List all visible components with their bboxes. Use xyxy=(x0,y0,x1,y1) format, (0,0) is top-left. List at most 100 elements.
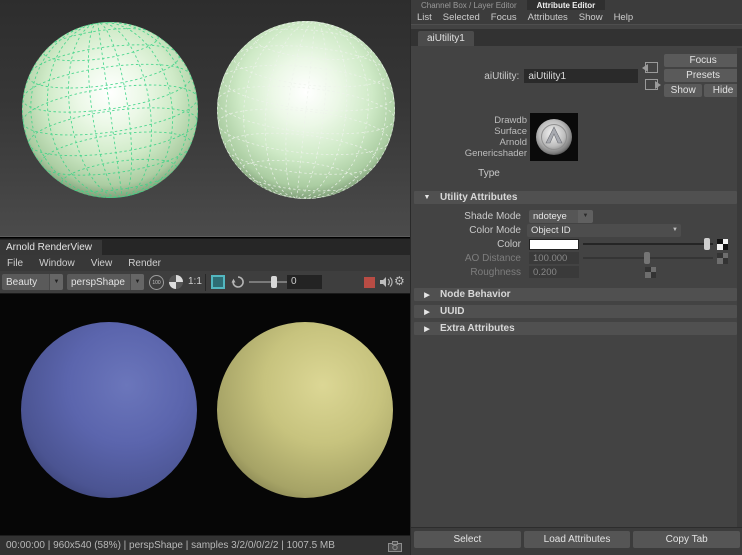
ao-distance-row: AO Distance 100.000 xyxy=(411,251,742,265)
section-label: Node Behavior xyxy=(440,289,511,300)
chevron-right-icon: ▶ xyxy=(424,325,430,333)
node-tab-aiutility1[interactable]: aiUtility1 xyxy=(418,31,474,46)
type-caption: Type xyxy=(478,168,500,179)
speaker-icon[interactable] xyxy=(379,275,393,294)
type-line: Drawdb xyxy=(494,115,527,126)
utility-attribute-rows: Shade Mode ndoteye ▼ Color Mode Object I… xyxy=(411,209,742,279)
arnold-renderview-panel: Arnold RenderView File Window View Rende… xyxy=(0,238,410,555)
shade-mode-select[interactable]: ndoteye xyxy=(529,209,578,223)
render-image[interactable] xyxy=(0,294,410,535)
focus-button[interactable]: Focus xyxy=(664,54,742,67)
zoom-ratio-label[interactable]: 1:1 xyxy=(188,276,202,287)
color-mode-label: Color Mode xyxy=(469,224,521,236)
aov-dropdown[interactable]: Beauty ▼ xyxy=(2,274,63,290)
tab-channel-box[interactable]: Channel Box / Layer Editor xyxy=(411,0,527,10)
menu-window[interactable]: Window xyxy=(39,258,75,269)
menu-file[interactable]: File xyxy=(7,258,23,269)
slider-handle[interactable] xyxy=(704,238,710,250)
section-utility-attributes[interactable]: ▼ Utility Attributes xyxy=(414,191,737,204)
right-sphere[interactable] xyxy=(208,12,404,208)
color-mode-value: Object ID xyxy=(531,224,571,236)
node-name-input[interactable] xyxy=(524,69,639,83)
texture-map-icon[interactable] xyxy=(717,252,728,264)
color-mode-row: Color Mode Object ID ▼ xyxy=(411,223,742,237)
zoom-100-icon[interactable]: 100 xyxy=(149,275,164,290)
section-label: Extra Attributes xyxy=(440,323,515,334)
chevron-down-icon: ▼ xyxy=(49,274,63,290)
menu-render[interactable]: Render xyxy=(128,258,161,269)
menu-selected[interactable]: Selected xyxy=(443,12,480,23)
texture-map-icon[interactable] xyxy=(645,266,656,278)
presets-button[interactable]: Presets xyxy=(664,69,742,82)
section-uuid[interactable]: ▶ UUID xyxy=(414,305,737,318)
roughness-field[interactable]: 0.200 xyxy=(529,266,579,278)
slider-handle[interactable] xyxy=(644,252,650,264)
color-swatch[interactable] xyxy=(529,238,579,250)
ao-distance-slider[interactable] xyxy=(583,251,717,265)
chevron-right-icon: ▶ xyxy=(424,291,430,299)
rendered-blue-sphere xyxy=(21,322,197,498)
region-marquee-icon[interactable] xyxy=(211,275,225,289)
renderview-tab[interactable]: Arnold RenderView xyxy=(0,240,102,255)
camera-dropdown[interactable]: perspShape ▼ xyxy=(67,274,144,290)
menu-attributes[interactable]: Attributes xyxy=(528,12,568,23)
left-sphere[interactable] xyxy=(11,11,210,210)
menu-help[interactable]: Help xyxy=(614,12,634,23)
aov-dropdown-value: Beauty xyxy=(6,276,38,288)
material-swatch[interactable] xyxy=(530,113,578,161)
refresh-render-icon[interactable] xyxy=(231,275,245,294)
attribute-editor-menubar: List Selected Focus Attributes Show Help xyxy=(411,10,742,25)
copy-node-icon[interactable] xyxy=(644,79,661,90)
section-node-behavior[interactable]: ▶ Node Behavior xyxy=(414,288,737,301)
color-label: Color xyxy=(497,238,521,250)
render-status-text: 00:00:00 | 960x540 (58%) | perspShape | … xyxy=(6,540,335,551)
renderview-menubar: File Window View Render xyxy=(0,255,410,271)
color-row: Color xyxy=(411,237,742,251)
shade-mode-row: Shade Mode ndoteye ▼ xyxy=(411,209,742,223)
roughness-label: Roughness xyxy=(470,266,521,278)
roughness-row: Roughness 0.200 xyxy=(411,265,742,279)
gear-icon[interactable]: ⚙ xyxy=(394,274,405,288)
attribute-editor-footer: Select Load Attributes Copy Tab xyxy=(411,527,742,555)
type-line: Arnold xyxy=(499,137,527,148)
color-slider[interactable] xyxy=(583,237,717,251)
chevron-right-icon: ▶ xyxy=(424,308,430,316)
node-name-label: aiUtility: xyxy=(484,70,520,82)
maya-viewport[interactable] xyxy=(0,0,410,237)
load-attributes-button[interactable]: Load Attributes xyxy=(523,531,631,548)
rendered-yellow-sphere xyxy=(217,322,393,498)
debug-value-field[interactable]: 0 xyxy=(287,275,322,289)
menu-focus[interactable]: Focus xyxy=(491,12,517,23)
chevron-down-icon: ▼ xyxy=(423,194,431,201)
show-button[interactable]: Show xyxy=(664,84,703,97)
chevron-down-icon: ▼ xyxy=(672,227,678,233)
color-mode-select[interactable]: Object ID ▼ xyxy=(527,223,681,237)
texture-map-icon[interactable] xyxy=(717,238,728,250)
slider-track xyxy=(583,243,713,245)
menu-view[interactable]: View xyxy=(91,258,113,269)
select-button[interactable]: Select xyxy=(414,531,521,548)
camera-dropdown-value: perspShape xyxy=(71,276,125,288)
toolbar-divider xyxy=(205,274,206,291)
panel-scroll-gutter[interactable] xyxy=(737,48,742,527)
menu-list[interactable]: List xyxy=(417,12,432,23)
shade-mode-label: Shade Mode xyxy=(464,210,521,222)
chevron-down-icon[interactable]: ▼ xyxy=(578,209,593,223)
slider-handle[interactable] xyxy=(271,276,277,288)
chevron-down-icon: ▼ xyxy=(130,274,144,290)
ipr-quality-icon[interactable] xyxy=(169,275,183,289)
section-extra-attributes[interactable]: ▶ Extra Attributes xyxy=(414,322,737,335)
stop-render-icon[interactable] xyxy=(364,277,375,288)
collapsed-sections: ▶ Node Behavior ▶ UUID ▶ Extra Attribute… xyxy=(411,288,742,335)
load-selected-icon[interactable] xyxy=(641,62,658,73)
type-line: Genericshader xyxy=(464,148,527,159)
menu-show[interactable]: Show xyxy=(579,12,603,23)
tab-attribute-editor[interactable]: Attribute Editor xyxy=(526,0,606,10)
node-name-block: aiUtility: Focus Presets Show Hide xyxy=(411,52,742,100)
copy-tab-button[interactable]: Copy Tab xyxy=(633,531,741,548)
type-line: Surface xyxy=(494,126,527,137)
ao-distance-label: AO Distance xyxy=(464,252,521,264)
ao-distance-field[interactable]: 100.000 xyxy=(529,252,579,264)
node-type-block: Drawdb Surface Arnold Genericshader xyxy=(411,113,742,161)
snapshot-camera-icon[interactable] xyxy=(388,541,402,552)
